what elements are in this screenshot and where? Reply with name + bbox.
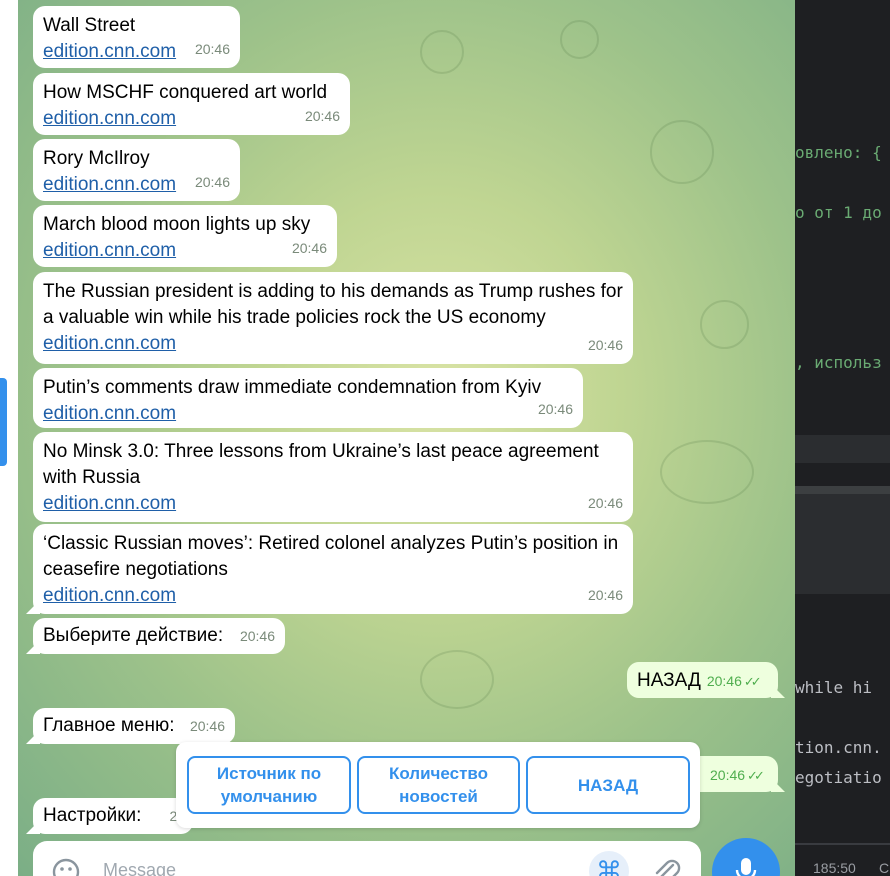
code-line: , использ xyxy=(795,353,882,372)
message-link[interactable]: edition.cnn.com xyxy=(43,491,623,517)
message-text: НАЗАД xyxy=(637,670,701,691)
message-text: Выберите действие: xyxy=(43,625,224,646)
message-link[interactable]: edition.cnn.com xyxy=(43,106,340,132)
message-bubble[interactable]: No Minsk 3.0: Three lessons from Ukraine… xyxy=(33,432,633,522)
message-time: 20:46 xyxy=(587,337,623,353)
message-time: 20:46 xyxy=(537,401,573,417)
news-count-button[interactable]: Количество новостей xyxy=(357,756,520,814)
microphone-button[interactable] xyxy=(712,838,780,876)
message-time: 20:46 xyxy=(706,673,742,689)
code-line: egotiatio xyxy=(795,768,882,787)
message-time: 20:46 xyxy=(194,174,230,190)
message-link[interactable]: edition.cnn.com xyxy=(43,238,327,264)
message-time: 20:46 xyxy=(587,587,623,603)
emoji-icon[interactable] xyxy=(51,857,81,876)
message-time: 20:46 xyxy=(304,108,340,124)
message-input[interactable] xyxy=(101,859,505,876)
message-text: Putin’s comments draw immediate condemna… xyxy=(43,377,542,398)
message-bubble[interactable]: Rory McIlroy edition.cnn.com 20:46 xyxy=(33,139,240,201)
message-text: March blood moon lights up sky xyxy=(43,214,311,235)
message-text: Wall Street xyxy=(43,15,136,36)
editor-panel xyxy=(795,494,890,594)
message-bubble[interactable]: The Russian president is adding to his d… xyxy=(33,272,633,364)
outgoing-message[interactable]: НАЗАД 20:46 ✓✓ xyxy=(627,662,778,698)
message-bubble[interactable]: Настройки: 20: xyxy=(33,798,193,834)
message-text: Настройки: xyxy=(43,805,142,826)
message-composer: ⌘ xyxy=(33,841,701,876)
wallpaper-doodle xyxy=(660,440,754,504)
message-time: 20:46 xyxy=(291,240,327,256)
microphone-icon xyxy=(735,858,757,876)
wallpaper-doodle xyxy=(420,650,494,709)
encoding-status[interactable]: C xyxy=(879,860,889,876)
code-editor: овлено: { о от 1 до , использ while hi t… xyxy=(795,0,890,876)
double-check-icon: ✓✓ xyxy=(743,674,762,689)
message-bubble[interactable]: March blood moon lights up sky edition.c… xyxy=(33,205,337,267)
message-time: 20:46 xyxy=(239,628,275,644)
message-text: ‘Classic Russian moves’: Retired colonel… xyxy=(43,533,619,580)
message-text: Главное меню: xyxy=(43,715,175,736)
message-bubble[interactable]: How MSCHF conquered art world edition.cn… xyxy=(33,73,350,135)
editor-panel xyxy=(795,435,890,463)
message-text: Rory McIlroy xyxy=(43,148,150,169)
message-link[interactable]: edition.cnn.com xyxy=(43,583,623,609)
message-bubble[interactable]: ‘Classic Russian moves’: Retired colonel… xyxy=(33,524,633,614)
message-bubble[interactable]: Putin’s comments draw immediate condemna… xyxy=(33,368,583,428)
cursor-position[interactable]: 185:50 xyxy=(813,860,856,876)
editor-divider xyxy=(795,486,890,494)
default-source-button[interactable]: Источник по умолчанию xyxy=(187,756,351,814)
code-line: while hi xyxy=(795,678,873,697)
message-time: 20:46 xyxy=(587,495,623,511)
wallpaper-doodle xyxy=(420,30,464,74)
message-text: How MSCHF conquered art world xyxy=(43,82,328,103)
code-line: tion.cnn. xyxy=(795,738,882,757)
code-line: о от 1 до xyxy=(795,203,882,222)
message-bubble[interactable]: Wall Street edition.cnn.com 20:46 xyxy=(33,6,240,68)
status-bar-divider xyxy=(795,843,890,845)
code-line: овлено: { xyxy=(795,143,882,162)
message-link[interactable]: edition.cnn.com xyxy=(43,401,573,427)
inline-keyboard: Источник по умолчанию Количество новосте… xyxy=(176,742,700,828)
wallpaper-doodle xyxy=(650,120,714,184)
message-time: 20:46 xyxy=(194,41,230,57)
message-link[interactable]: edition.cnn.com xyxy=(43,331,623,357)
message-bubble[interactable]: Главное меню: 20:46 xyxy=(33,708,235,744)
left-panel-accent xyxy=(0,378,7,466)
double-check-icon: ✓✓ xyxy=(747,768,765,783)
bot-commands-icon[interactable]: ⌘ xyxy=(589,851,629,876)
attach-icon[interactable] xyxy=(651,855,681,876)
message-text: The Russian president is adding to his d… xyxy=(43,281,623,328)
message-time: 20:46 xyxy=(189,718,225,734)
message-time: 20:46 xyxy=(710,767,746,783)
message-bubble[interactable]: Выберите действие: 20:46 xyxy=(33,618,285,654)
wallpaper-doodle xyxy=(700,300,749,349)
chat-area: Wall Street edition.cnn.com 20:46 How MS… xyxy=(0,0,795,876)
back-button[interactable]: НАЗАД xyxy=(526,756,690,814)
message-text: No Minsk 3.0: Three lessons from Ukraine… xyxy=(43,441,599,488)
wallpaper-doodle xyxy=(560,20,599,59)
